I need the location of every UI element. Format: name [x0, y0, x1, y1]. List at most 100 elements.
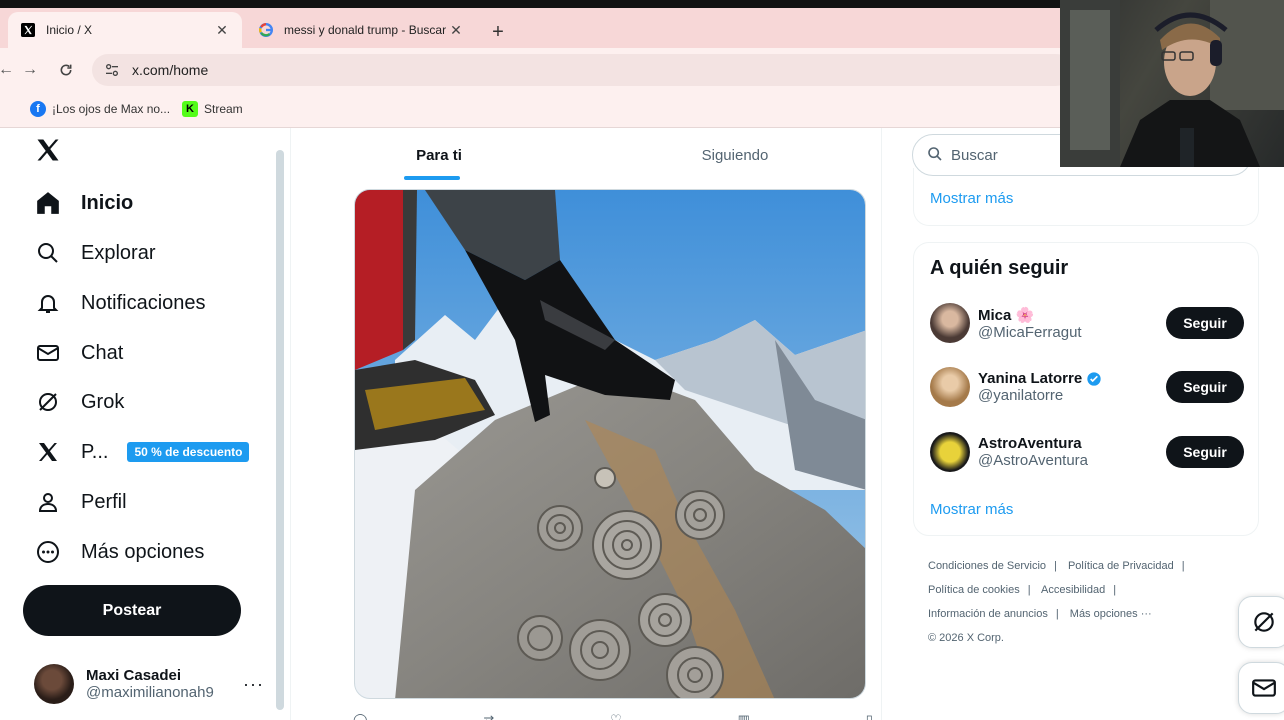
- user-name: Mica 🌸: [978, 306, 1035, 324]
- account-handle: @maximilianonah9: [86, 684, 214, 701]
- more-circle-icon: [34, 538, 62, 566]
- bookmark-icon[interactable]: ▯: [866, 712, 873, 720]
- webcam-feed-image: [1060, 0, 1284, 167]
- person-icon: [34, 488, 62, 516]
- tab-para-ti[interactable]: Para ti: [291, 128, 587, 182]
- bookmark-facebook[interactable]: f ¡Los ojos de Max no...: [30, 98, 170, 120]
- views-icon[interactable]: ▥: [738, 712, 750, 720]
- show-more-link[interactable]: Mostrar más: [930, 501, 1013, 518]
- nav-item-explorar[interactable]: Explorar: [34, 233, 155, 273]
- verified-icon: [1087, 371, 1101, 386]
- back-icon[interactable]: ←: [0, 58, 18, 82]
- follow-suggestion[interactable]: Mica 🌸 @MicaFerragut Seguir: [930, 298, 1244, 348]
- mail-icon: [1252, 679, 1276, 697]
- webcam-overlay: [1060, 0, 1284, 167]
- nav-item-chat[interactable]: Chat: [34, 333, 123, 373]
- nav-item-inicio[interactable]: Inicio: [34, 183, 133, 223]
- new-tab-button[interactable]: +: [486, 20, 510, 44]
- search-placeholder: Buscar: [951, 146, 998, 164]
- footer-link[interactable]: Condiciones de Servicio: [928, 560, 1046, 572]
- home-icon: [34, 189, 62, 217]
- user-name: Yanina Latorre: [978, 370, 1083, 387]
- post-image[interactable]: [354, 189, 866, 699]
- user-handle: @AstroAventura: [978, 452, 1089, 469]
- address-text: x.com/home: [132, 62, 209, 78]
- repost-icon[interactable]: ⇄: [483, 712, 494, 720]
- footer-link[interactable]: Accesibilidad: [1041, 584, 1105, 596]
- x-logo-icon: [20, 22, 36, 38]
- fossil-mountain-photo: [355, 190, 865, 698]
- account-switcher[interactable]: Maxi Casadei @maximilianonah9 ···: [34, 660, 264, 708]
- address-bar[interactable]: x.com/home: [92, 54, 1072, 86]
- follow-suggestion[interactable]: Yanina Latorre @yanilatorre Seguir: [930, 362, 1244, 412]
- post-actions: ◯ ⇄ ♡ ▥ ▯: [353, 712, 873, 720]
- kick-icon: K: [182, 101, 198, 117]
- tab-title: messi y donald trump - Buscar: [284, 23, 447, 37]
- tab-google-search[interactable]: messi y donald trump - Buscar ✕: [246, 12, 476, 48]
- user-name: AstroAventura: [978, 435, 1082, 452]
- nav-label: Perfil: [81, 490, 127, 513]
- who-to-follow-title: A quién seguir: [930, 257, 1069, 279]
- nav-item-mas-opciones[interactable]: Más opciones: [34, 532, 204, 572]
- like-icon[interactable]: ♡: [610, 712, 622, 720]
- nav-label: Notificaciones: [81, 291, 206, 314]
- grok-button[interactable]: [1238, 596, 1284, 648]
- search-icon: [927, 146, 945, 164]
- tab-title: Inicio / X: [46, 23, 93, 37]
- close-tab-icon[interactable]: ✕: [448, 22, 464, 39]
- nav-item-premium[interactable]: P... 50 % de descuento: [34, 432, 250, 472]
- messages-button[interactable]: [1238, 662, 1284, 714]
- who-to-follow-card: A quién seguir Mica 🌸 @MicaFerragut Segu…: [913, 242, 1259, 536]
- follow-button[interactable]: Seguir: [1166, 371, 1244, 403]
- footer-link[interactable]: Más opciones ···: [1070, 608, 1152, 620]
- tab-x-home[interactable]: Inicio / X ✕: [8, 12, 242, 48]
- trends-card: Mostrar más: [913, 168, 1259, 226]
- site-settings-icon[interactable]: [104, 62, 120, 78]
- footer-link[interactable]: Información de anuncios: [928, 608, 1048, 620]
- tab-label: Para ti: [416, 146, 462, 164]
- avatar: [930, 432, 970, 472]
- user-handle: @MicaFerragut: [978, 323, 1082, 341]
- bookmark-label: ¡Los ojos de Max no...: [52, 102, 171, 116]
- nav-label: Inicio: [81, 191, 134, 214]
- left-sidebar: Inicio Explorar Notificaciones Chat Grok…: [0, 128, 270, 720]
- avatar: [930, 367, 970, 407]
- x-premium-icon: [34, 438, 62, 466]
- promo-badge[interactable]: 50 % de descuento: [127, 442, 250, 462]
- tab-label: Siguiendo: [701, 146, 769, 164]
- nav-item-perfil[interactable]: Perfil: [34, 482, 127, 522]
- active-tab-indicator: [404, 176, 460, 180]
- x-logo-icon[interactable]: [34, 136, 64, 166]
- footer-link[interactable]: Política de Privacidad: [1068, 560, 1174, 572]
- main-feed: Para ti Siguiendo ◯ ⇄ ♡ ▥ ▯: [290, 128, 882, 720]
- footer-link[interactable]: Política de cookies: [928, 584, 1020, 596]
- mail-icon: [34, 339, 62, 367]
- more-dots-icon[interactable]: ···: [243, 674, 264, 695]
- follow-button[interactable]: Seguir: [1166, 307, 1244, 339]
- grok-icon: [34, 388, 62, 416]
- grok-icon: [1254, 612, 1274, 632]
- follow-suggestion[interactable]: AstroAventura @AstroAventura Seguir: [930, 427, 1244, 477]
- bell-icon: [34, 289, 62, 317]
- nav-label: Más opciones: [81, 540, 205, 563]
- facebook-icon: f: [30, 101, 46, 117]
- close-tab-icon[interactable]: ✕: [214, 22, 230, 39]
- avatar: [34, 664, 74, 704]
- user-handle: @yanilatorre: [978, 387, 1064, 404]
- nav-item-grok[interactable]: Grok: [34, 382, 124, 422]
- feed-tabs: Para ti Siguiendo: [291, 128, 883, 182]
- reload-icon[interactable]: [54, 58, 78, 82]
- avatar: [930, 303, 970, 343]
- follow-button[interactable]: Seguir: [1166, 436, 1244, 468]
- reply-icon[interactable]: ◯: [353, 712, 368, 720]
- forward-icon[interactable]: →: [18, 58, 42, 82]
- scrollbar[interactable]: [276, 150, 284, 710]
- footer-links: Condiciones de Servicio | Política de Pri…: [928, 554, 1258, 650]
- nav-label: P...: [81, 440, 109, 463]
- show-more-link[interactable]: Mostrar más: [930, 190, 1013, 207]
- tab-siguiendo[interactable]: Siguiendo: [587, 128, 883, 182]
- nav-item-notificaciones[interactable]: Notificaciones: [34, 283, 206, 323]
- bookmark-stream[interactable]: K Stream: [182, 98, 243, 120]
- search-icon: [34, 239, 62, 267]
- post-button[interactable]: Postear: [23, 585, 241, 636]
